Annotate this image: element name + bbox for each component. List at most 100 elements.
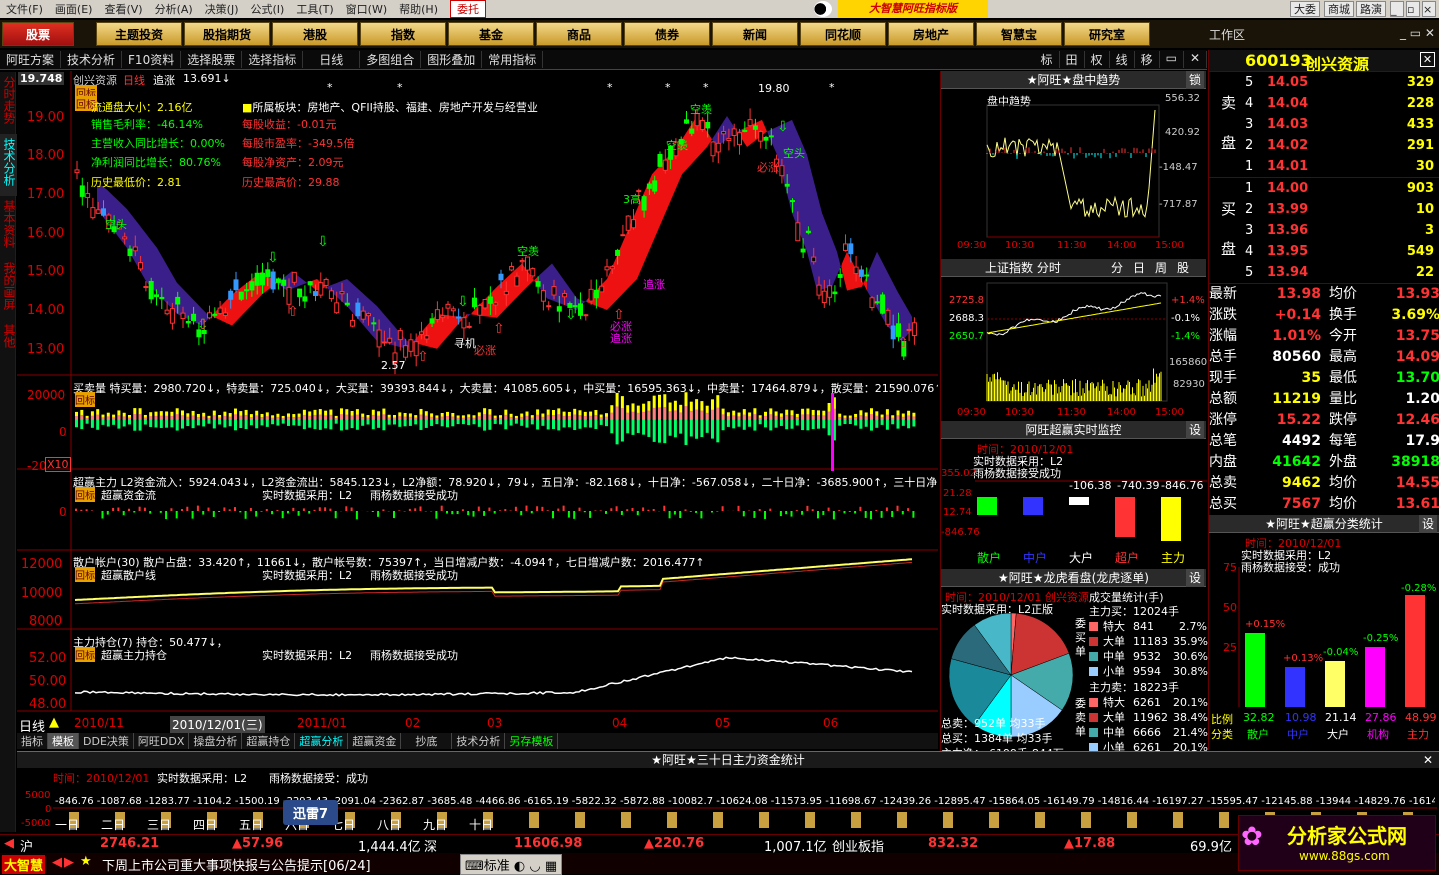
return-mark-button[interactable]: 回标 [75, 487, 95, 502]
ticker-next-icon[interactable]: ▶ [64, 855, 74, 870]
nav-tonghuashun[interactable]: 同花顺 [800, 22, 886, 46]
nav-commodities[interactable]: 商品 [536, 22, 622, 46]
side-tab-tech[interactable]: 技术分析 [0, 134, 18, 196]
nav-funds[interactable]: 基金 [448, 22, 534, 46]
quote-close-icon[interactable]: ✕ [1420, 52, 1435, 67]
main-chart-area[interactable]: ⇩⇩⇩⇩⇩⇩⇧⇧⇧⇧⇧⇧ 19.748 创兴资源 日线 追涨 13.691↓ 回… [17, 71, 938, 733]
tab-tech[interactable]: 技术分析 [452, 733, 505, 749]
tb-common-indicators[interactable]: 常用指标 [482, 51, 543, 68]
tab-trading-analysis[interactable]: 操盘分析 [189, 733, 242, 749]
nav-stocks[interactable]: 股票 [2, 22, 74, 46]
tab-template[interactable]: 模板 [48, 733, 79, 749]
tb-multi-chart[interactable]: 多图组合 [360, 51, 421, 68]
book-row[interactable]: 114.00903 [1209, 178, 1439, 199]
tb-close-icon[interactable]: ✕ [1184, 51, 1207, 68]
book-row[interactable]: 514.05329 [1209, 72, 1439, 93]
minimize-icon[interactable]: _ [1390, 1, 1404, 17]
index-tab-day[interactable]: 日 [1133, 259, 1145, 277]
book-row[interactable]: 313.963 [1209, 220, 1439, 241]
book-row[interactable]: 114.0130 [1209, 156, 1439, 177]
menu-window[interactable]: 窗口(W) [340, 1, 393, 17]
tb-rights[interactable]: 权 [1085, 51, 1110, 68]
candle [473, 298, 477, 307]
close-icon[interactable]: × [1422, 1, 1436, 17]
tb-awang-plan[interactable]: 阿旺方案 [0, 51, 61, 68]
tab-ddx[interactable]: 阿旺DDX [134, 733, 189, 749]
side-tab-other[interactable]: 其他 [0, 320, 18, 358]
tb-select-stock[interactable]: 选择股票 [181, 51, 242, 68]
menu-file[interactable]: 文件(F) [0, 1, 49, 17]
tb-overlay[interactable]: 图形叠加 [421, 51, 482, 68]
index-tab-week[interactable]: 周 [1155, 259, 1167, 277]
vol-bar [759, 420, 762, 424]
return-mark-button[interactable]: 回标 [75, 567, 95, 582]
nav-news[interactable]: 新闻 [712, 22, 798, 46]
book-row[interactable]: 414.04228 [1209, 93, 1439, 114]
app-logo[interactable]: 大智慧 [2, 855, 45, 874]
news-ticker-text[interactable]: 下周上市公司重大事项快报与公告提示[06/24] [102, 855, 371, 874]
menu-view[interactable]: 查看(V) [98, 1, 148, 17]
nav-hk-stocks[interactable]: 港股 [272, 22, 358, 46]
book-row[interactable]: 213.9910 [1209, 199, 1439, 220]
tb-daily[interactable]: 日线 [303, 51, 360, 68]
side-tab-timeshare[interactable]: 分时走势 [0, 72, 18, 134]
roadshow-button[interactable]: 路演 [1356, 1, 1386, 17]
tb-move[interactable]: 移 [1135, 51, 1160, 68]
tab-bottom-fishing[interactable]: 抄底 [401, 733, 452, 749]
tab-chaoying-analysis[interactable]: 超赢分析 [295, 733, 348, 749]
tab-holdings[interactable]: 超赢持仓 [242, 733, 295, 749]
menu-screen[interactable]: 画面(E) [49, 1, 99, 17]
monitor-settings-button[interactable]: 设 [1186, 421, 1204, 439]
tb-window-icon[interactable]: ▭ [1160, 51, 1184, 68]
tab-dde[interactable]: DDE决策 [79, 733, 134, 749]
candle [780, 166, 784, 176]
tb-f10[interactable]: F10资料 [122, 51, 181, 68]
nav-index[interactable]: 指数 [360, 22, 446, 46]
menu-analysis[interactable]: 分析(A) [149, 1, 199, 17]
dragon-settings-button[interactable]: 设 [1186, 569, 1204, 587]
zoom-x10-button[interactable]: X10 [45, 457, 71, 472]
nav-index-futures[interactable]: 股指期货 [184, 22, 270, 46]
tab-chaoying-capital[interactable]: 超赢资金 [348, 733, 401, 749]
tb-mark[interactable]: 标 [1035, 51, 1060, 68]
restore-icon[interactable]: ▫ [1406, 1, 1420, 17]
side-tab-myscreen[interactable]: 我的画屏 [0, 258, 18, 320]
ticker-prev-icon[interactable]: ◀ [52, 855, 62, 870]
menu-tools[interactable]: 工具(T) [290, 1, 339, 17]
tb-select-indicator[interactable]: 选择指标 [242, 51, 303, 68]
menu-help[interactable]: 帮助(H) [393, 1, 444, 17]
nav-zhihuibao[interactable]: 智慧宝 [976, 22, 1062, 46]
entrust-button[interactable]: 委托 [450, 0, 486, 18]
window-controls-icon[interactable]: _ ▭ ✕ [1400, 26, 1435, 40]
return-mark-button[interactable]: 回标 [75, 392, 95, 407]
tab-indicator[interactable]: 指标 [17, 733, 48, 749]
x-axis-triangle-icon[interactable]: ▲ [49, 715, 59, 730]
nav-research[interactable]: 研究室 [1064, 22, 1150, 46]
book-row[interactable]: 214.02291 [1209, 135, 1439, 156]
dawei-button[interactable]: 大委 [1290, 1, 1320, 17]
standard-input-button[interactable]: ⌨标准 ◐ ◡ ▦ [460, 854, 562, 875]
tb-tech-analysis[interactable]: 技术分析 [61, 51, 122, 68]
tb-grid[interactable]: 田 [1060, 51, 1085, 68]
tab-save-template[interactable]: 另存模板 [505, 733, 558, 749]
book-row[interactable]: 314.03433 [1209, 114, 1439, 135]
workspace-label[interactable]: 工作区 [1209, 26, 1245, 43]
stat-settings-button[interactable]: 设 [1419, 515, 1437, 533]
side-tab-basic[interactable]: 基本资料 [0, 196, 18, 258]
mall-button[interactable]: 商城 [1324, 1, 1354, 17]
nav-bonds[interactable]: 债券 [624, 22, 710, 46]
xunlei-popup[interactable]: 迅雷7 [283, 800, 338, 825]
capital-close-icon[interactable]: ✕ [1423, 752, 1433, 768]
book-row[interactable]: 413.95549 [1209, 241, 1439, 262]
nav-real-estate[interactable]: 房地产 [888, 22, 974, 46]
trend-lock-button[interactable]: 锁 [1186, 71, 1204, 89]
index-tab-min[interactable]: 分 [1111, 259, 1123, 277]
menu-formula[interactable]: 公式(I) [245, 1, 291, 17]
menu-decision[interactable]: 决策(J) [199, 1, 245, 17]
index-tab-stock[interactable]: 股 [1177, 259, 1189, 277]
tb-line[interactable]: 线 [1110, 51, 1135, 68]
nav-theme-invest[interactable]: 主题投资 [96, 22, 182, 46]
book-row[interactable]: 513.9422 [1209, 262, 1439, 283]
book-level: 5 [1245, 72, 1267, 93]
return-mark-button[interactable]: 回标 [75, 647, 95, 662]
